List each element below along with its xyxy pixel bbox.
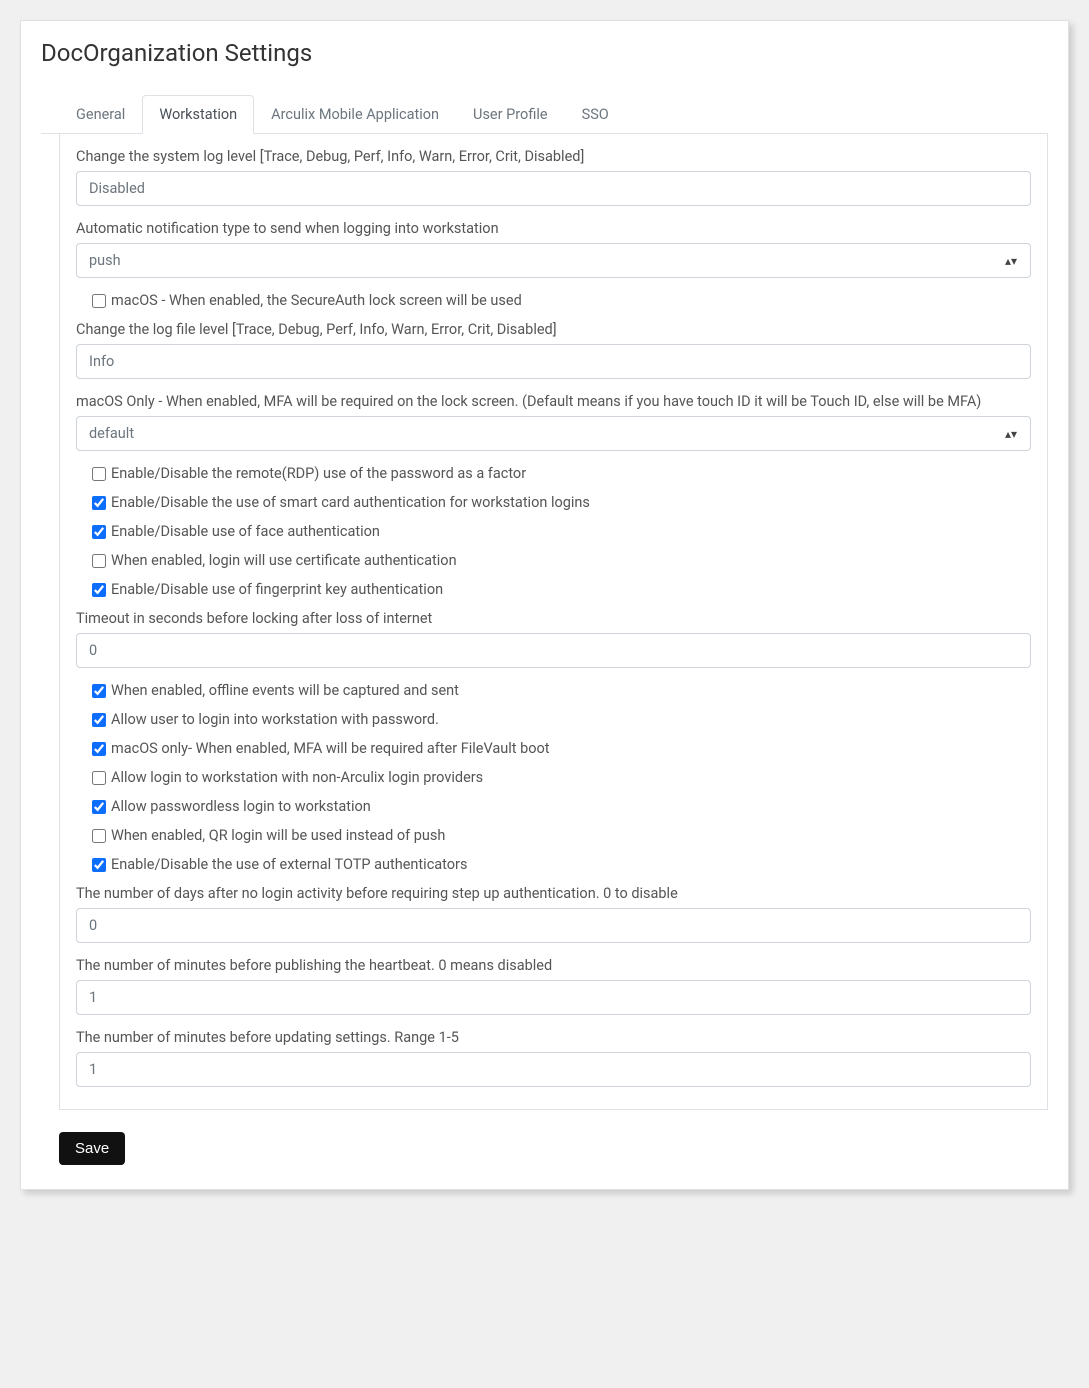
cert-auth-label[interactable]: When enabled, login will use certificate…	[111, 552, 457, 569]
stepup-days-label: The number of days after no login activi…	[76, 885, 1031, 902]
tab-content-workstation: Change the system log level [Trace, Debu…	[59, 134, 1048, 1110]
cert-auth-checkbox[interactable]	[92, 554, 106, 568]
mfa-filevault-label[interactable]: macOS only- When enabled, MFA will be re…	[111, 740, 550, 757]
macos-lockscreen-checkbox[interactable]	[92, 294, 106, 308]
rdp-password-label[interactable]: Enable/Disable the remote(RDP) use of th…	[111, 465, 526, 482]
settings-min-input[interactable]	[76, 1052, 1031, 1087]
page-title: DocOrganization Settings	[41, 39, 1048, 67]
passwordless-checkbox[interactable]	[92, 800, 106, 814]
login-password-checkbox[interactable]	[92, 713, 106, 727]
macos-mfa-lock-label: macOS Only - When enabled, MFA will be r…	[76, 393, 1031, 410]
external-totp-checkbox[interactable]	[92, 858, 106, 872]
notification-type-label: Automatic notification type to send when…	[76, 220, 1031, 237]
timeout-lock-label: Timeout in seconds before locking after …	[76, 610, 1031, 627]
settings-min-label: The number of minutes before updating se…	[76, 1029, 1031, 1046]
qr-login-checkbox[interactable]	[92, 829, 106, 843]
fingerprint-checkbox[interactable]	[92, 583, 106, 597]
fingerprint-label[interactable]: Enable/Disable use of fingerprint key au…	[111, 581, 443, 598]
tab-bar: General Workstation Arculix Mobile Appli…	[41, 95, 1048, 134]
non-arculix-label[interactable]: Allow login to workstation with non-Arcu…	[111, 769, 483, 786]
macos-lockscreen-label[interactable]: macOS - When enabled, the SecureAuth loc…	[111, 292, 522, 309]
mfa-filevault-checkbox[interactable]	[92, 742, 106, 756]
external-totp-label[interactable]: Enable/Disable the use of external TOTP …	[111, 856, 467, 873]
login-password-label[interactable]: Allow user to login into workstation wit…	[111, 711, 439, 728]
log-file-level-label: Change the log file level [Trace, Debug,…	[76, 321, 1031, 338]
log-file-level-input[interactable]	[76, 344, 1031, 379]
rdp-password-checkbox[interactable]	[92, 467, 106, 481]
face-auth-label[interactable]: Enable/Disable use of face authenticatio…	[111, 523, 380, 540]
stepup-days-input[interactable]	[76, 908, 1031, 943]
tab-user-profile[interactable]: User Profile	[456, 95, 565, 134]
face-auth-checkbox[interactable]	[92, 525, 106, 539]
smart-card-label[interactable]: Enable/Disable the use of smart card aut…	[111, 494, 590, 511]
save-button[interactable]: Save	[59, 1132, 125, 1165]
heartbeat-min-input[interactable]	[76, 980, 1031, 1015]
non-arculix-checkbox[interactable]	[92, 771, 106, 785]
heartbeat-min-label: The number of minutes before publishing …	[76, 957, 1031, 974]
sys-log-level-input[interactable]	[76, 171, 1031, 206]
sys-log-level-label: Change the system log level [Trace, Debu…	[76, 148, 1031, 165]
tab-general[interactable]: General	[59, 95, 142, 134]
timeout-lock-input[interactable]	[76, 633, 1031, 668]
smart-card-checkbox[interactable]	[92, 496, 106, 510]
macos-mfa-lock-select[interactable]: default	[76, 416, 1031, 451]
tab-arculix-mobile-application[interactable]: Arculix Mobile Application	[254, 95, 456, 134]
offline-events-checkbox[interactable]	[92, 684, 106, 698]
qr-login-label[interactable]: When enabled, QR login will be used inst…	[111, 827, 445, 844]
offline-events-label[interactable]: When enabled, offline events will be cap…	[111, 682, 459, 699]
notification-type-select[interactable]: push	[76, 243, 1031, 278]
tab-sso[interactable]: SSO	[565, 95, 626, 134]
settings-panel: DocOrganization Settings General Worksta…	[20, 20, 1069, 1190]
tab-workstation[interactable]: Workstation	[142, 95, 254, 134]
passwordless-label[interactable]: Allow passwordless login to workstation	[111, 798, 371, 815]
